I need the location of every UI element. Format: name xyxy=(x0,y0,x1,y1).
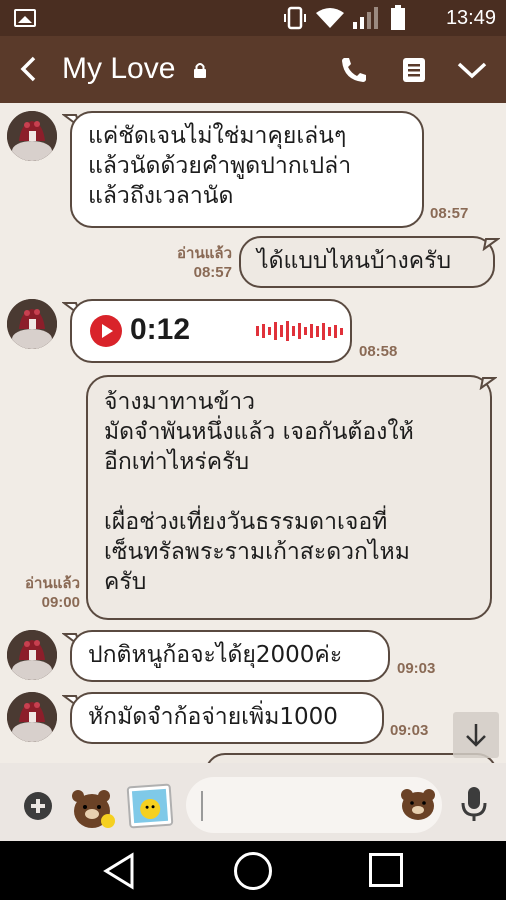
arrow-down-icon xyxy=(466,724,486,747)
message-meta: อ่านแล้ว 09:00 xyxy=(8,574,80,612)
read-receipt: อ่านแล้ว xyxy=(177,245,232,262)
message-time: 08:57 xyxy=(430,205,469,222)
message-line: มัดจำพันหนึ่งแล้ว เจอกันต้องให้ xyxy=(104,419,414,445)
message-time: 09:03 xyxy=(397,660,436,677)
play-icon[interactable] xyxy=(90,315,122,347)
message-line: แค่ชัดเจนไม่ใช่มาคุยเล่นๆ xyxy=(88,123,347,149)
text-cursor xyxy=(201,791,203,821)
phone-icon[interactable] xyxy=(338,54,370,86)
wifi-icon xyxy=(316,8,344,28)
vibrate-icon xyxy=(284,6,306,30)
notes-icon[interactable] xyxy=(398,54,430,86)
message-time: 08:57 xyxy=(193,264,232,281)
avatar[interactable] xyxy=(7,630,57,680)
message-bubble[interactable]: ได้แบบไหนบ้างครับ xyxy=(239,236,495,288)
message-line: แล้วนัดด้วยคำพูดปากเปล่า xyxy=(88,153,352,179)
message-line: อีกเท่าไหร่ครับ xyxy=(104,449,250,475)
nav-home-icon[interactable] xyxy=(234,852,272,890)
chevron-down-icon[interactable] xyxy=(456,54,488,86)
system-icons xyxy=(282,5,406,30)
message-bubble[interactable]: จ้างมาทานข้าว มัดจำพันหนึ่งแล้ว เจอกันต้… xyxy=(86,375,492,620)
emoji-icon[interactable] xyxy=(400,787,436,821)
message-line: ได้แบบไหนบ้างครับ xyxy=(257,248,452,274)
message-time: 08:58 xyxy=(359,343,398,360)
navigation-bar xyxy=(0,841,506,900)
status-time: 13:49 xyxy=(445,7,496,29)
read-receipt: อ่านแล้ว xyxy=(25,575,80,592)
nav-recents-icon[interactable] xyxy=(369,853,403,887)
message-line: ครับ xyxy=(104,569,147,595)
voice-message-bubble[interactable]: 0:12 xyxy=(70,299,352,363)
gallery-notification-icon xyxy=(14,9,36,27)
chat-header: My Love xyxy=(0,36,506,103)
status-bar: 13:49 xyxy=(0,0,506,36)
message-input-bar xyxy=(0,763,506,841)
message-line: แล้วถึงเวลานัด xyxy=(88,183,234,209)
message-line: เซ็นทรัลพระรามเก้าสะดวกไหม xyxy=(104,539,410,565)
message-line: เผื่อช่วงเที่ยงวันธรรมดาเจอที่ xyxy=(104,509,388,535)
avatar[interactable] xyxy=(7,111,57,161)
chat-title[interactable]: My Love xyxy=(62,50,175,88)
nav-back-icon[interactable] xyxy=(100,851,140,891)
message-meta: อ่านแล้ว 08:57 xyxy=(160,244,232,282)
message-bubble[interactable]: แค่ชัดเจนไม่ใช่มาคุยเล่นๆ แล้วนัดด้วยคำพ… xyxy=(70,111,424,228)
message-time: 09:00 xyxy=(41,594,80,611)
battery-icon xyxy=(391,5,405,30)
waveform-icon xyxy=(256,321,343,341)
signal-icon xyxy=(353,7,378,29)
avatar[interactable] xyxy=(7,692,57,742)
photo-icon[interactable] xyxy=(126,783,174,829)
message-line: จ้างมาทานข้าว xyxy=(104,389,256,415)
message-line xyxy=(104,477,474,507)
back-arrow-icon[interactable] xyxy=(14,54,44,84)
message-line: หักมัดจำก้อจ่ายเพิ่ม1000 xyxy=(88,704,338,730)
bubble-tail xyxy=(479,377,497,390)
sticker-icon[interactable] xyxy=(68,781,118,831)
voice-duration: 0:12 xyxy=(130,313,191,346)
bubble-tail xyxy=(482,238,500,251)
scroll-to-bottom-button[interactable] xyxy=(453,712,499,758)
message-bubble[interactable]: หักมัดจำก้อจ่ายเพิ่ม1000 xyxy=(70,692,384,744)
message-time: 09:03 xyxy=(390,722,429,739)
message-bubble[interactable]: ปกติหนูก้อจะได้ยุ2000ค่ะ xyxy=(70,630,390,682)
plus-icon[interactable] xyxy=(24,792,52,820)
chat-area: แค่ชัดเจนไม่ใช่มาคุยเล่นๆ แล้วนัดด้วยคำพ… xyxy=(0,103,506,763)
avatar[interactable] xyxy=(7,299,57,349)
microphone-icon[interactable] xyxy=(460,785,488,823)
message-line: ปกติหนูก้อจะได้ยุ2000ค่ะ xyxy=(88,642,343,668)
lock-icon xyxy=(194,63,206,78)
